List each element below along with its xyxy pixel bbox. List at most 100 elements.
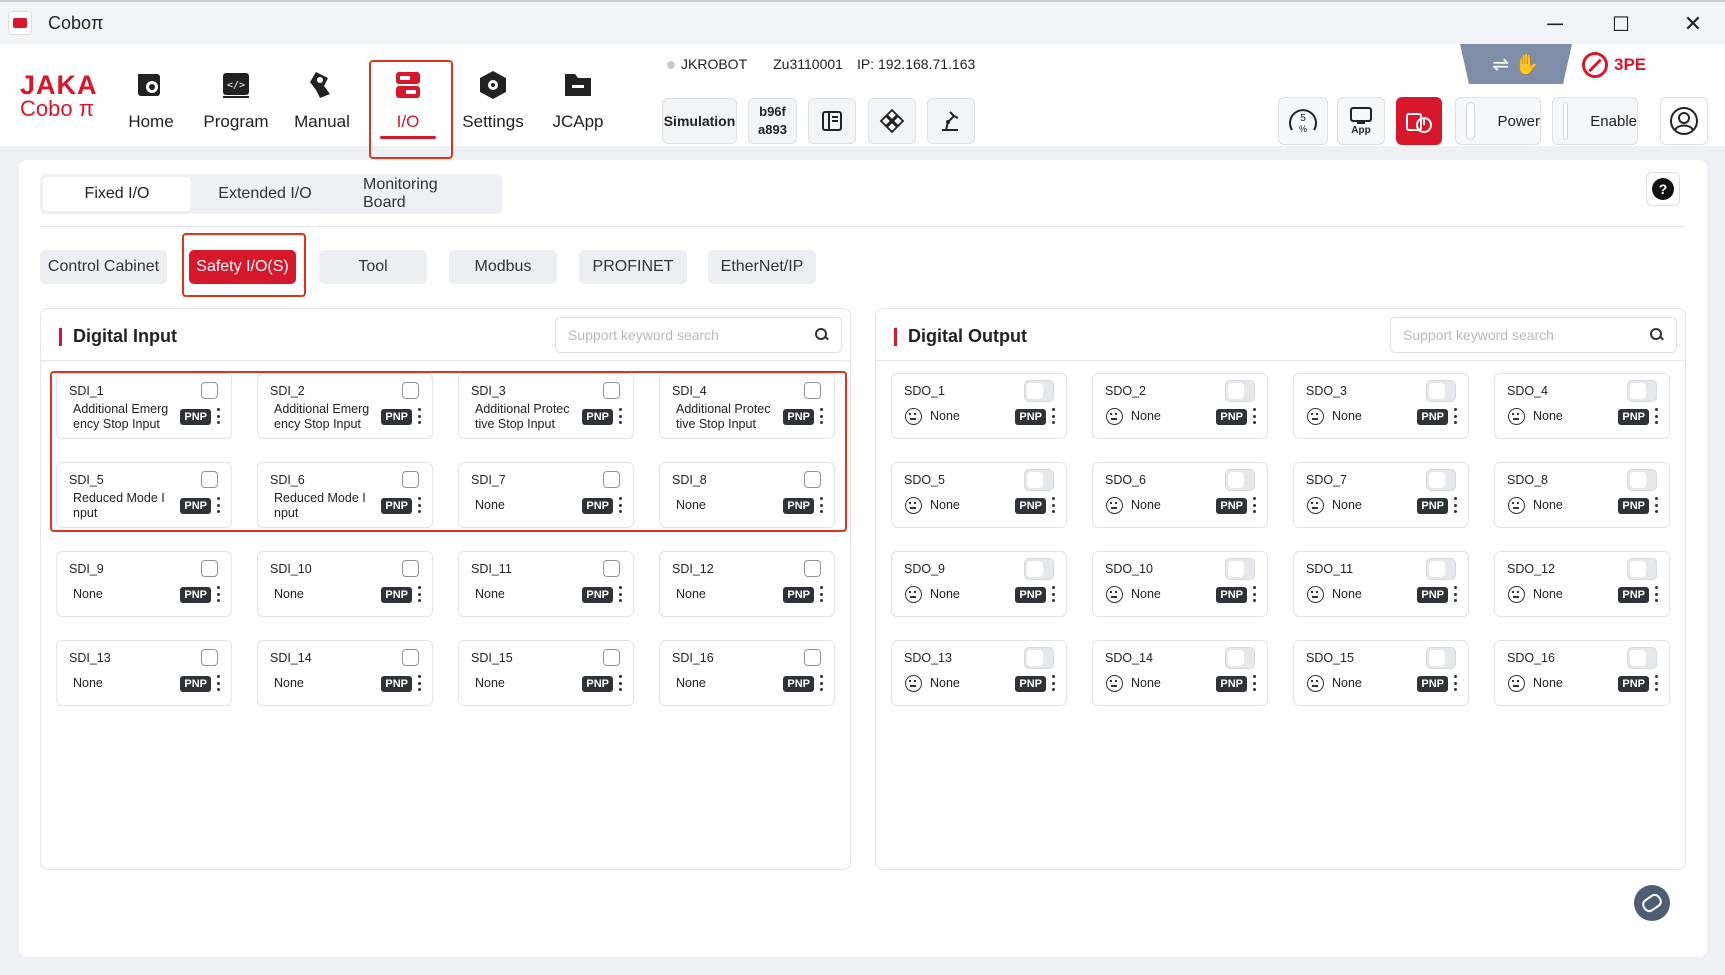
more-vertical-icon[interactable] bbox=[1252, 586, 1256, 602]
output-switch[interactable] bbox=[1225, 647, 1255, 669]
io-checkbox[interactable] bbox=[201, 649, 218, 666]
digital-input-card[interactable]: SDI_6 Reduced Mode Input PNP bbox=[257, 462, 433, 528]
io-checkbox[interactable] bbox=[603, 560, 620, 577]
output-switch[interactable] bbox=[1225, 380, 1255, 402]
io-checkbox[interactable] bbox=[603, 382, 620, 399]
jog-button[interactable] bbox=[868, 98, 916, 144]
digital-output-card[interactable]: SDO_13 None PNP bbox=[891, 640, 1067, 706]
more-vertical-icon[interactable] bbox=[1654, 675, 1658, 691]
io-checkbox[interactable] bbox=[603, 649, 620, 666]
subtab-ethernet-ip[interactable]: EtherNet/IP bbox=[708, 250, 816, 284]
digital-input-card[interactable]: SDI_2 Additional Emerg ency Stop Input PNP bbox=[257, 373, 433, 439]
io-checkbox[interactable] bbox=[804, 649, 821, 666]
nav-jcapp[interactable]: JCApp bbox=[538, 62, 618, 142]
more-vertical-icon[interactable] bbox=[618, 675, 622, 691]
digital-input-card[interactable]: SDI_9 None PNP bbox=[56, 551, 232, 617]
digital-output-card[interactable]: SDO_6 None PNP bbox=[1092, 462, 1268, 528]
power-off-button[interactable] bbox=[1396, 97, 1442, 145]
minimize-button[interactable]: ─ bbox=[1520, 2, 1590, 46]
digital-output-card[interactable]: SDO_1 None PNP bbox=[891, 373, 1067, 439]
more-vertical-icon[interactable] bbox=[1453, 408, 1457, 424]
more-vertical-icon[interactable] bbox=[618, 497, 622, 513]
output-switch[interactable] bbox=[1627, 469, 1657, 491]
more-vertical-icon[interactable] bbox=[216, 497, 220, 513]
more-vertical-icon[interactable] bbox=[819, 586, 823, 602]
power-toggle[interactable]: Power bbox=[1455, 97, 1541, 145]
digital-input-card[interactable]: SDI_11 None PNP bbox=[458, 551, 634, 617]
nav-home[interactable]: Home bbox=[111, 62, 191, 142]
more-vertical-icon[interactable] bbox=[618, 408, 622, 424]
more-vertical-icon[interactable] bbox=[1453, 586, 1457, 602]
io-checkbox[interactable] bbox=[201, 382, 218, 399]
more-vertical-icon[interactable] bbox=[1252, 497, 1256, 513]
search-icon[interactable] bbox=[815, 328, 829, 342]
digital-input-card[interactable]: SDI_13 None PNP bbox=[56, 640, 232, 706]
digital-input-card[interactable]: SDI_3 Additional Protec tive Stop Input PNP bbox=[458, 373, 634, 439]
more-vertical-icon[interactable] bbox=[1252, 408, 1256, 424]
digital-output-card[interactable]: SDO_14 None PNP bbox=[1092, 640, 1268, 706]
digital-output-card[interactable]: SDO_15 None PNP bbox=[1293, 640, 1469, 706]
simulation-button[interactable]: Simulation bbox=[662, 98, 737, 144]
more-vertical-icon[interactable] bbox=[819, 675, 823, 691]
nav-settings[interactable]: Settings bbox=[453, 62, 533, 142]
digital-input-card[interactable]: SDI_8 None PNP bbox=[659, 462, 835, 528]
digital-output-card[interactable]: SDO_12 None PNP bbox=[1494, 551, 1670, 617]
close-button[interactable]: ✕ bbox=[1658, 2, 1725, 46]
more-vertical-icon[interactable] bbox=[1654, 408, 1658, 424]
more-vertical-icon[interactable] bbox=[1051, 586, 1055, 602]
hand-guide-tab[interactable]: ⇌ ✋ bbox=[1460, 44, 1572, 84]
digital-output-card[interactable]: SDO_4 None PNP bbox=[1494, 373, 1670, 439]
float-link-button[interactable] bbox=[1634, 885, 1670, 921]
power-switch[interactable] bbox=[1466, 102, 1476, 140]
io-checkbox[interactable] bbox=[402, 649, 419, 666]
digital-input-card[interactable]: SDI_4 Additional Protec tive Stop Input PNP bbox=[659, 373, 835, 439]
more-vertical-icon[interactable] bbox=[1654, 497, 1658, 513]
more-vertical-icon[interactable] bbox=[216, 675, 220, 691]
output-switch[interactable] bbox=[1024, 558, 1054, 580]
io-checkbox[interactable] bbox=[804, 382, 821, 399]
digital-input-card[interactable]: SDI_12 None PNP bbox=[659, 551, 835, 617]
output-switch[interactable] bbox=[1225, 469, 1255, 491]
more-vertical-icon[interactable] bbox=[1051, 497, 1055, 513]
more-vertical-icon[interactable] bbox=[1252, 675, 1256, 691]
program-list-button[interactable] bbox=[808, 98, 856, 144]
subtab-safety-io[interactable]: Safety I/O(S) bbox=[189, 250, 296, 284]
more-vertical-icon[interactable] bbox=[1051, 408, 1055, 424]
more-vertical-icon[interactable] bbox=[1654, 586, 1658, 602]
robot-code-button[interactable]: b96f a893 bbox=[748, 98, 797, 144]
io-checkbox[interactable] bbox=[201, 471, 218, 488]
more-vertical-icon[interactable] bbox=[417, 586, 421, 602]
more-vertical-icon[interactable] bbox=[1453, 497, 1457, 513]
output-switch[interactable] bbox=[1426, 558, 1456, 580]
subtab-tool[interactable]: Tool bbox=[319, 250, 427, 284]
more-vertical-icon[interactable] bbox=[1453, 675, 1457, 691]
more-vertical-icon[interactable] bbox=[618, 586, 622, 602]
io-checkbox[interactable] bbox=[402, 382, 419, 399]
output-switch[interactable] bbox=[1627, 380, 1657, 402]
io-checkbox[interactable] bbox=[201, 560, 218, 577]
tab-fixed-io[interactable]: Fixed I/O bbox=[43, 177, 191, 211]
digital-output-card[interactable]: SDO_10 None PNP bbox=[1092, 551, 1268, 617]
digital-output-card[interactable]: SDO_9 None PNP bbox=[891, 551, 1067, 617]
digital-input-card[interactable]: SDI_10 None PNP bbox=[257, 551, 433, 617]
more-vertical-icon[interactable] bbox=[819, 497, 823, 513]
enable-toggle[interactable]: Enable bbox=[1552, 97, 1638, 145]
io-checkbox[interactable] bbox=[402, 471, 419, 488]
nav-manual[interactable]: Manual bbox=[282, 62, 362, 142]
digital-input-search[interactable] bbox=[555, 317, 842, 353]
nav-program[interactable]: </> Program bbox=[196, 62, 276, 142]
more-vertical-icon[interactable] bbox=[417, 675, 421, 691]
more-vertical-icon[interactable] bbox=[417, 497, 421, 513]
digital-input-card[interactable]: SDI_1 Additional Emerg ency Stop Input PNP bbox=[56, 373, 232, 439]
digital-output-search-input[interactable] bbox=[1403, 327, 1650, 343]
more-vertical-icon[interactable] bbox=[1051, 675, 1055, 691]
digital-input-search-input[interactable] bbox=[568, 327, 815, 343]
app-button[interactable]: App bbox=[1337, 97, 1385, 145]
more-vertical-icon[interactable] bbox=[216, 586, 220, 602]
digital-output-card[interactable]: SDO_16 None PNP bbox=[1494, 640, 1670, 706]
output-switch[interactable] bbox=[1024, 469, 1054, 491]
output-switch[interactable] bbox=[1426, 469, 1456, 491]
output-switch[interactable] bbox=[1024, 647, 1054, 669]
digital-output-card[interactable]: SDO_5 None PNP bbox=[891, 462, 1067, 528]
more-vertical-icon[interactable] bbox=[216, 408, 220, 424]
